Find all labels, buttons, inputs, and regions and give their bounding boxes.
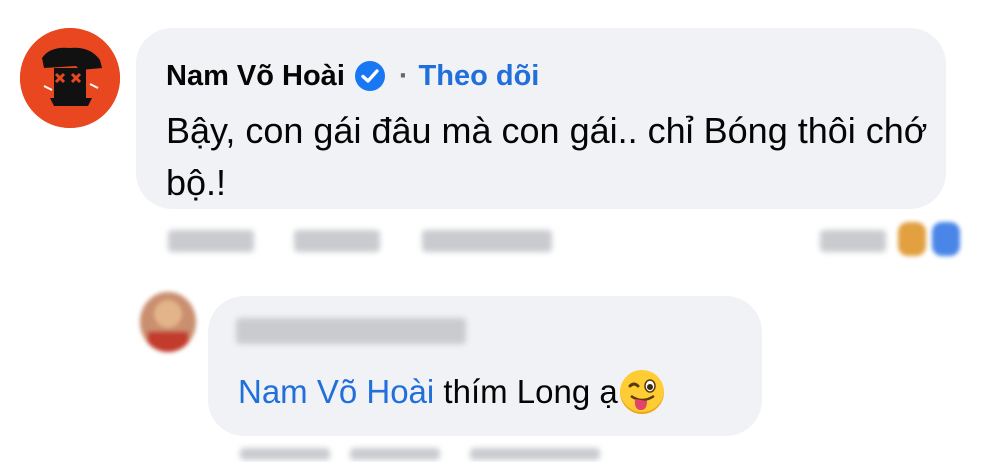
reply-mention-link[interactable]: Nam Võ Hoài: [238, 370, 434, 414]
reply-author-blurred[interactable]: [236, 318, 466, 344]
reply-text: Nam Võ Hoài thím Long ạ: [238, 370, 664, 414]
comment-actions-blurred: [160, 222, 960, 262]
header-separator: ·: [398, 59, 409, 92]
reaction-count-blurred: [820, 230, 886, 252]
reply-avatar[interactable]: [140, 292, 196, 352]
commenter-avatar[interactable]: [20, 28, 120, 128]
follow-button[interactable]: Theo dõi: [419, 60, 540, 93]
reply-actions-blurred: [240, 446, 620, 462]
verified-badge-icon: [354, 61, 385, 91]
haha-reaction-icon: [898, 222, 926, 256]
timestamp-blurred: [168, 230, 254, 252]
winking-tongue-emoji-icon: [619, 370, 664, 414]
comment-author[interactable]: Nam Võ Hoài: [166, 60, 345, 93]
reply-bubble: [208, 296, 762, 436]
person-avatar-icon: [140, 292, 196, 352]
like-action-blurred[interactable]: [294, 230, 380, 252]
graffiti-avatar-icon: [20, 28, 120, 128]
reply-body: thím Long ạ: [434, 373, 618, 410]
comment-text: Bậy, con gái đâu mà con gái.. chỉ Bóng t…: [166, 110, 928, 203]
reply-action-blurred[interactable]: [422, 230, 552, 252]
comment-header: Nam Võ Hoài · Theo dõi: [166, 56, 539, 96]
like-reaction-icon: [932, 222, 960, 256]
